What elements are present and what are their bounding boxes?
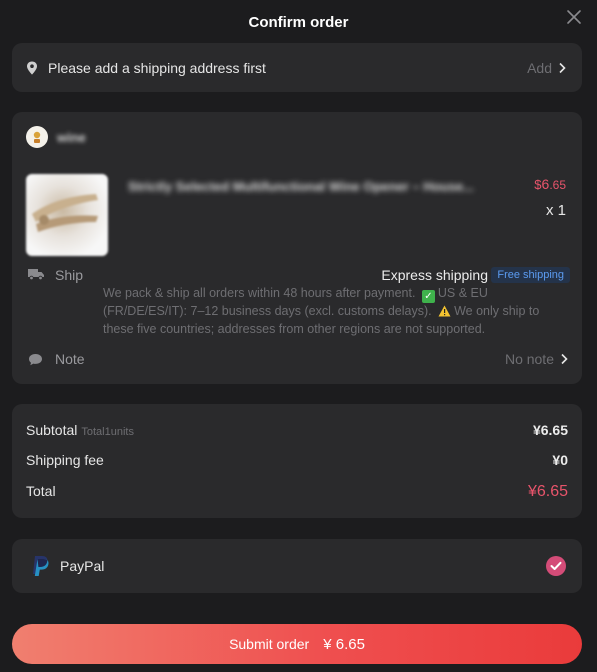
- store-logo-icon: [33, 131, 41, 143]
- free-shipping-badge: Free shipping: [491, 267, 570, 283]
- store-avatar: [26, 126, 48, 148]
- paypal-icon: [33, 556, 49, 576]
- address-placeholder: Please add a shipping address first: [48, 59, 266, 76]
- note-link[interactable]: No note: [505, 351, 568, 367]
- warning-icon: [438, 305, 451, 317]
- chevron-right-icon: [561, 353, 568, 365]
- store-name: wine: [57, 129, 86, 145]
- product-price: $6.65: [534, 176, 566, 192]
- subtotal-label-group: Subtotal Total1units: [26, 422, 134, 440]
- payment-method-label: PayPal: [60, 558, 105, 574]
- note-value: No note: [504, 351, 554, 367]
- shipping-description: We pack & ship all orders within 48 hour…: [103, 285, 563, 338]
- total-label: Total: [26, 483, 56, 499]
- subtotal-row: Subtotal Total1units ¥6.65: [26, 422, 568, 440]
- shipping-address-row[interactable]: Please add a shipping address first Add: [12, 43, 582, 92]
- shipping-method[interactable]: Express shipping: [381, 267, 488, 283]
- location-pin-icon: [27, 61, 37, 74]
- payment-method-row[interactable]: PayPal: [12, 539, 582, 593]
- check-mark-icon: ✓: [421, 290, 435, 303]
- total-row: Total ¥6.65: [26, 483, 568, 501]
- chevron-right-icon: [559, 62, 566, 73]
- product-title[interactable]: Strictly Selected Multifunctional Wine O…: [128, 179, 508, 194]
- dialog-header: Confirm order: [0, 0, 597, 44]
- product-image[interactable]: [26, 174, 108, 256]
- subtotal-value: ¥6.65: [532, 422, 568, 438]
- product-quantity: x 1: [545, 202, 566, 219]
- subtotal-label: Subtotal: [26, 422, 78, 438]
- note-label: Note: [55, 351, 85, 367]
- order-item-card: wine Strictly Selected Multifunctional W…: [12, 112, 582, 384]
- total-value: ¥6.65: [527, 483, 568, 500]
- submit-label: Submit order: [229, 636, 310, 652]
- price-summary-card: Subtotal Total1units ¥6.65 Shipping fee ¥…: [12, 404, 582, 518]
- selected-check-icon[interactable]: [546, 556, 566, 576]
- shipping-desc-handling: We pack & ship all orders within 48 hour…: [103, 286, 416, 300]
- wine-opener-image: [32, 194, 98, 232]
- close-icon[interactable]: [565, 8, 583, 26]
- shipping-fee-label: Shipping fee: [26, 452, 104, 468]
- store-header[interactable]: wine: [26, 126, 86, 148]
- checkmark-icon: [550, 561, 562, 570]
- speech-bubble-icon: [29, 354, 42, 366]
- price-decimal: .65: [549, 178, 566, 192]
- shipping-fee-value: ¥0: [552, 452, 568, 468]
- ship-label: Ship: [55, 267, 84, 283]
- subtotal-units: Total1units: [81, 426, 134, 438]
- page-title: Confirm order: [248, 13, 349, 31]
- submit-amount: ¥ 6.65: [323, 635, 365, 653]
- submit-order-button[interactable]: Submit order ¥ 6.65: [12, 624, 582, 664]
- shipping-fee-row: Shipping fee ¥0: [26, 452, 568, 468]
- add-address-label: Add: [527, 59, 552, 76]
- truck-icon: [28, 269, 44, 280]
- add-address-link[interactable]: Add: [527, 60, 566, 76]
- price-currency: $: [534, 177, 542, 192]
